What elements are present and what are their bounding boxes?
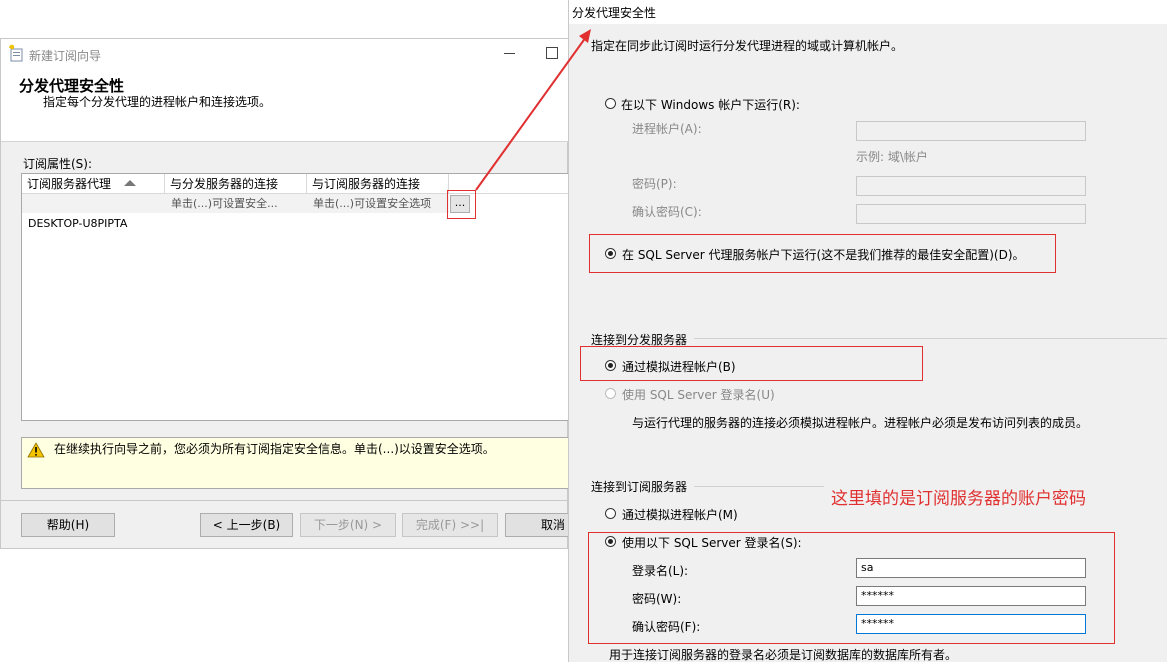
subscription-properties-grid: 订阅服务器代理 与分发服务器的连接 与订阅服务器的连接 DESKTOP-U8PI… (21, 173, 570, 421)
column-header-subscriber-connection[interactable]: 与订阅服务器的连接 (307, 174, 449, 194)
ellipsis-highlight-box (447, 190, 476, 219)
minimize-button[interactable] (504, 53, 515, 54)
bottom-note: 用于连接订阅服务器的登录名必须是订阅数据库的数据库所有者。 (609, 648, 958, 662)
sub-sql-login-radio[interactable] (605, 536, 616, 547)
wizard-app-icon (9, 44, 23, 62)
dist-sql-login-radio[interactable] (605, 388, 616, 399)
dialog-title: 分发代理安全性 (572, 6, 657, 20)
subscriber-section-divider (694, 486, 824, 487)
help-button[interactable]: 帮助(H) (21, 513, 115, 537)
run-under-sql-agent-label: 在 SQL Server 代理服务帐户下运行(这不是我们推荐的最佳安全配置)(D… (622, 248, 1025, 262)
example-text: 示例: 域\帐户 (856, 150, 928, 164)
table-row[interactable]: DESKTOP-U8PIPTA 单击(...)可设置安全... 单击(...)可… (22, 194, 449, 230)
distributor-connection-cell[interactable]: 单击(...)可设置安全... (165, 194, 307, 213)
sort-ascending-icon (124, 180, 136, 186)
password-label: 密码(P): (632, 177, 677, 191)
column-header-agent[interactable]: 订阅服务器代理 (22, 174, 165, 194)
warning-panel: 在继续执行向导之前，您必须为所有订阅指定安全信息。单击(...)以设置安全选项。 (21, 437, 569, 489)
distribution-agent-security-dialog: 分发代理安全性 指定在同步此订阅时运行分发代理进程的域或计算机帐户。 在以下 W… (568, 0, 1167, 662)
login-name-input[interactable]: sa (856, 558, 1086, 578)
wizard-titlebar: 新建订阅向导 (1, 39, 569, 69)
login-name-label: 登录名(L): (632, 564, 689, 578)
subscriber-section-title: 连接到订阅服务器 (591, 480, 688, 494)
maximize-button[interactable] (546, 47, 558, 59)
sub-password-label: 密码(W): (632, 592, 682, 606)
dist-impersonate-label: 通过模拟进程帐户(B) (622, 360, 736, 374)
confirm-password-input[interactable] (856, 204, 1086, 224)
column-header-distributor-connection[interactable]: 与分发服务器的连接 (165, 174, 307, 194)
sub-confirm-password-input[interactable]: ****** (856, 614, 1086, 634)
warning-text: 在继续执行向导之前，您必须为所有订阅指定安全信息。单击(...)以设置安全选项。 (54, 442, 495, 456)
process-account-label: 进程帐户(A): (632, 122, 702, 136)
annotation-note: 这里填的是订阅服务器的账户密码 (831, 489, 1086, 509)
back-button[interactable]: < 上一步(B) (200, 513, 293, 537)
footer-divider (1, 500, 569, 501)
password-input[interactable] (856, 176, 1086, 196)
wizard-page-header: 分发代理安全性 指定每个分发代理的进程帐户和连接选项。 (1, 69, 569, 142)
sub-password-value: ****** (861, 589, 894, 602)
confirm-password-label: 确认密码(C): (632, 205, 702, 219)
wizard-title: 新建订阅向导 (29, 49, 102, 63)
dist-impersonate-radio[interactable] (605, 360, 616, 371)
next-button[interactable]: 下一步(N) > (300, 513, 396, 537)
sub-confirm-password-label: 确认密码(F): (632, 620, 701, 634)
subscription-properties-label: 订阅属性(S): (23, 157, 93, 171)
run-under-windows-label: 在以下 Windows 帐户下运行(R): (621, 98, 800, 112)
subscriber-connection-cell[interactable]: 单击(...)可设置安全选项 (307, 194, 449, 213)
dialog-description: 指定在同步此订阅时运行分发代理进程的域或计算机帐户。 (591, 39, 904, 53)
distributor-section-divider (694, 338, 1167, 339)
dialog-titlebar: 分发代理安全性 (569, 0, 1167, 24)
sub-impersonate-label: 通过模拟进程帐户(M) (622, 508, 738, 522)
dist-sql-login-label: 使用 SQL Server 登录名(U) (622, 388, 775, 402)
sub-password-input[interactable]: ****** (856, 586, 1086, 606)
new-subscription-wizard: 新建订阅向导 分发代理安全性 指定每个分发代理的进程帐户和连接选项。 订阅属性(… (0, 38, 601, 549)
run-under-sql-agent-radio[interactable] (605, 248, 616, 259)
distributor-note: 与运行代理的服务器的连接必须模拟进程帐户。进程帐户必须是发布访问列表的成员。 (632, 416, 1089, 430)
sub-confirm-password-value: ****** (861, 617, 894, 630)
sub-sql-login-label: 使用以下 SQL Server 登录名(S): (622, 536, 802, 550)
login-name-value: sa (861, 561, 874, 574)
finish-button[interactable]: 完成(F) >>| (402, 513, 498, 537)
warning-icon (27, 442, 45, 458)
page-subtitle: 指定每个分发代理的进程帐户和连接选项。 (43, 95, 272, 109)
agent-cell: DESKTOP-U8PIPTA (28, 217, 128, 230)
run-under-windows-radio[interactable] (605, 98, 616, 109)
process-account-input[interactable] (856, 121, 1086, 141)
sub-impersonate-radio[interactable] (605, 508, 616, 519)
